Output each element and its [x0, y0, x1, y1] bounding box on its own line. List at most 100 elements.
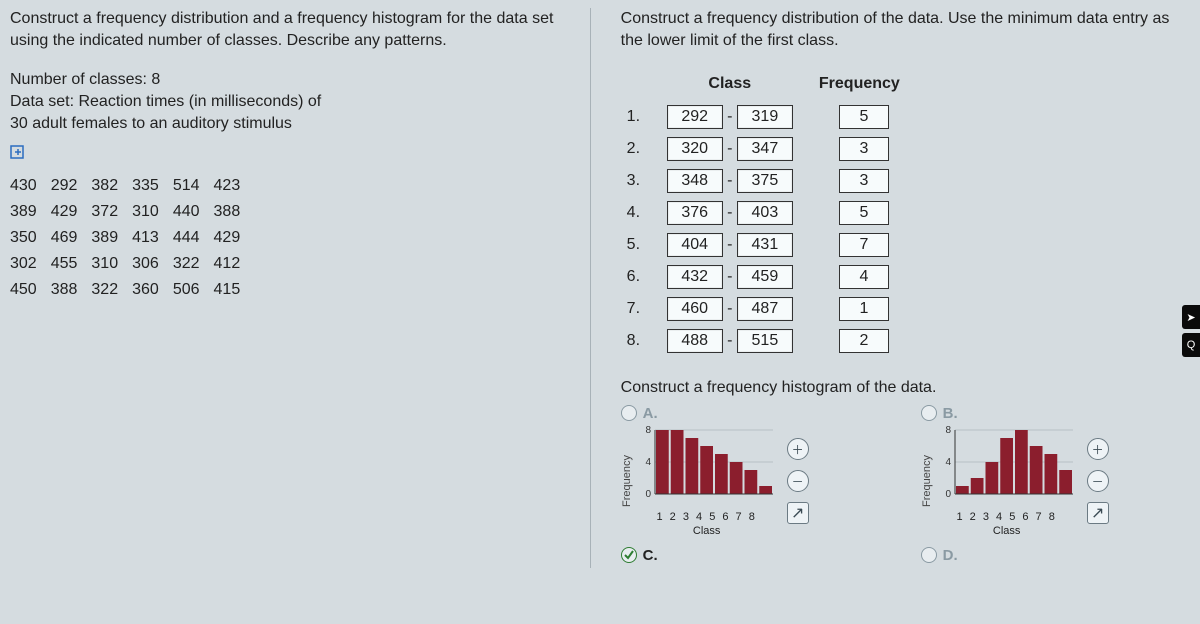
frequency-input[interactable]: 2	[839, 329, 889, 353]
svg-text:4: 4	[945, 457, 951, 468]
svg-text:4: 4	[645, 457, 651, 468]
data-cell: 388	[51, 277, 92, 303]
frequency-input[interactable]: 5	[839, 105, 889, 129]
histogram-prompt: Construct a frequency histogram of the d…	[621, 379, 1190, 397]
data-cell: 322	[173, 251, 214, 277]
table-row: 6.432 - 4594	[621, 261, 920, 293]
class-lower-input[interactable]: 460	[667, 297, 723, 321]
raw-data-table: 4302923823355144233894293723104403883504…	[10, 173, 254, 303]
frequency-table: Class Frequency 1.292 - 31952.320 - 3473…	[621, 71, 920, 357]
data-cell: 455	[51, 251, 92, 277]
data-cell: 310	[91, 251, 132, 277]
panel-divider	[590, 8, 591, 568]
option-c[interactable]: C.	[621, 547, 881, 568]
data-cell: 292	[51, 173, 92, 199]
option-b-label: B.	[943, 405, 958, 422]
data-cell: 306	[132, 251, 173, 277]
data-cell: 415	[214, 277, 255, 303]
row-number: 2.	[621, 133, 661, 165]
data-cell: 430	[10, 173, 51, 199]
data-cell: 310	[132, 199, 173, 225]
table-row: 4.376 - 4035	[621, 197, 920, 229]
rail-search-icon[interactable]: Q	[1182, 333, 1200, 357]
table-row: 2.320 - 3473	[621, 133, 920, 165]
frequency-input[interactable]: 1	[839, 297, 889, 321]
data-cell: 412	[214, 251, 255, 277]
data-cell: 389	[10, 199, 51, 225]
class-upper-input[interactable]: 515	[737, 329, 793, 353]
xlabel-a: Class	[637, 525, 777, 537]
data-cell: 372	[91, 199, 132, 225]
data-cell: 335	[132, 173, 173, 199]
xticks-b: 1 2 3 4 5 6 7 8	[937, 511, 1077, 523]
svg-text:8: 8	[645, 426, 651, 436]
frequency-input[interactable]: 5	[839, 201, 889, 225]
data-cell: 322	[91, 277, 132, 303]
data-cell: 350	[10, 225, 51, 251]
row-number: 7.	[621, 293, 661, 325]
popout-icon[interactable]: ↗	[787, 502, 809, 524]
class-upper-input[interactable]: 403	[737, 201, 793, 225]
frequency-input[interactable]: 3	[839, 137, 889, 161]
class-upper-input[interactable]: 375	[737, 169, 793, 193]
frequency-input[interactable]: 7	[839, 233, 889, 257]
table-row: 3.348 - 3753	[621, 165, 920, 197]
class-header: Class	[661, 71, 799, 101]
ylabel-b: Frequency	[921, 455, 933, 507]
class-lower-input[interactable]: 376	[667, 201, 723, 225]
table-row: 5.404 - 4317	[621, 229, 920, 261]
data-cell: 413	[132, 225, 173, 251]
data-cell: 360	[132, 277, 173, 303]
class-upper-input[interactable]: 487	[737, 297, 793, 321]
radio-a[interactable]	[621, 405, 637, 421]
xticks-a: 1 2 3 4 5 6 7 8	[637, 511, 777, 523]
zoom-out-icon[interactable]: －	[1087, 470, 1109, 492]
option-b[interactable]: B. Frequency 048 1 2 3 4 5 6 7 8 Class ＋…	[921, 405, 1181, 537]
class-lower-input[interactable]: 320	[667, 137, 723, 161]
data-cell: 429	[214, 225, 255, 251]
svg-text:0: 0	[645, 489, 651, 500]
radio-c[interactable]	[621, 547, 637, 563]
option-d[interactable]: D.	[921, 547, 1181, 568]
option-a[interactable]: A. Frequency 0 4 8 1 2 3 4 5 6 7 8 Class ＋…	[621, 405, 881, 537]
data-cell: 506	[173, 277, 214, 303]
class-upper-input[interactable]: 459	[737, 265, 793, 289]
class-lower-input[interactable]: 432	[667, 265, 723, 289]
class-upper-input[interactable]: 347	[737, 137, 793, 161]
table-row: 1.292 - 3195	[621, 101, 920, 133]
table-row: 8.488 - 5152	[621, 325, 920, 357]
class-lower-input[interactable]: 404	[667, 233, 723, 257]
zoom-in-icon[interactable]: ＋	[787, 438, 809, 460]
data-cell: 382	[91, 173, 132, 199]
right-rail: ➤ Q	[1182, 305, 1200, 361]
class-upper-input[interactable]: 431	[737, 233, 793, 257]
data-cell: 302	[10, 251, 51, 277]
data-cell: 429	[51, 199, 92, 225]
freq-header: Frequency	[799, 71, 920, 101]
histogram-a: 0 4 8	[637, 426, 777, 506]
class-lower-input[interactable]: 292	[667, 105, 723, 129]
data-cell: 444	[173, 225, 214, 251]
frequency-input[interactable]: 4	[839, 265, 889, 289]
option-a-label: A.	[643, 405, 658, 422]
zoom-out-icon[interactable]: －	[787, 470, 809, 492]
class-upper-input[interactable]: 319	[737, 105, 793, 129]
radio-b[interactable]	[921, 405, 937, 421]
dataset-label-1: Data set: Reaction times (in millisecond…	[10, 93, 560, 111]
right-prompt: Construct a frequency distribution of th…	[621, 8, 1190, 53]
row-number: 1.	[621, 101, 661, 133]
open-data-set-icon[interactable]	[10, 145, 28, 161]
zoom-in-icon[interactable]: ＋	[1087, 438, 1109, 460]
data-cell: 440	[173, 199, 214, 225]
rail-cursor-icon[interactable]: ➤	[1182, 305, 1200, 329]
frequency-input[interactable]: 3	[839, 169, 889, 193]
class-lower-input[interactable]: 348	[667, 169, 723, 193]
ylabel-a: Frequency	[621, 455, 633, 507]
popout-icon[interactable]: ↗	[1087, 502, 1109, 524]
row-number: 6.	[621, 261, 661, 293]
class-lower-input[interactable]: 488	[667, 329, 723, 353]
svg-text:0: 0	[945, 489, 951, 500]
row-number: 8.	[621, 325, 661, 357]
row-number: 3.	[621, 165, 661, 197]
radio-d[interactable]	[921, 547, 937, 563]
